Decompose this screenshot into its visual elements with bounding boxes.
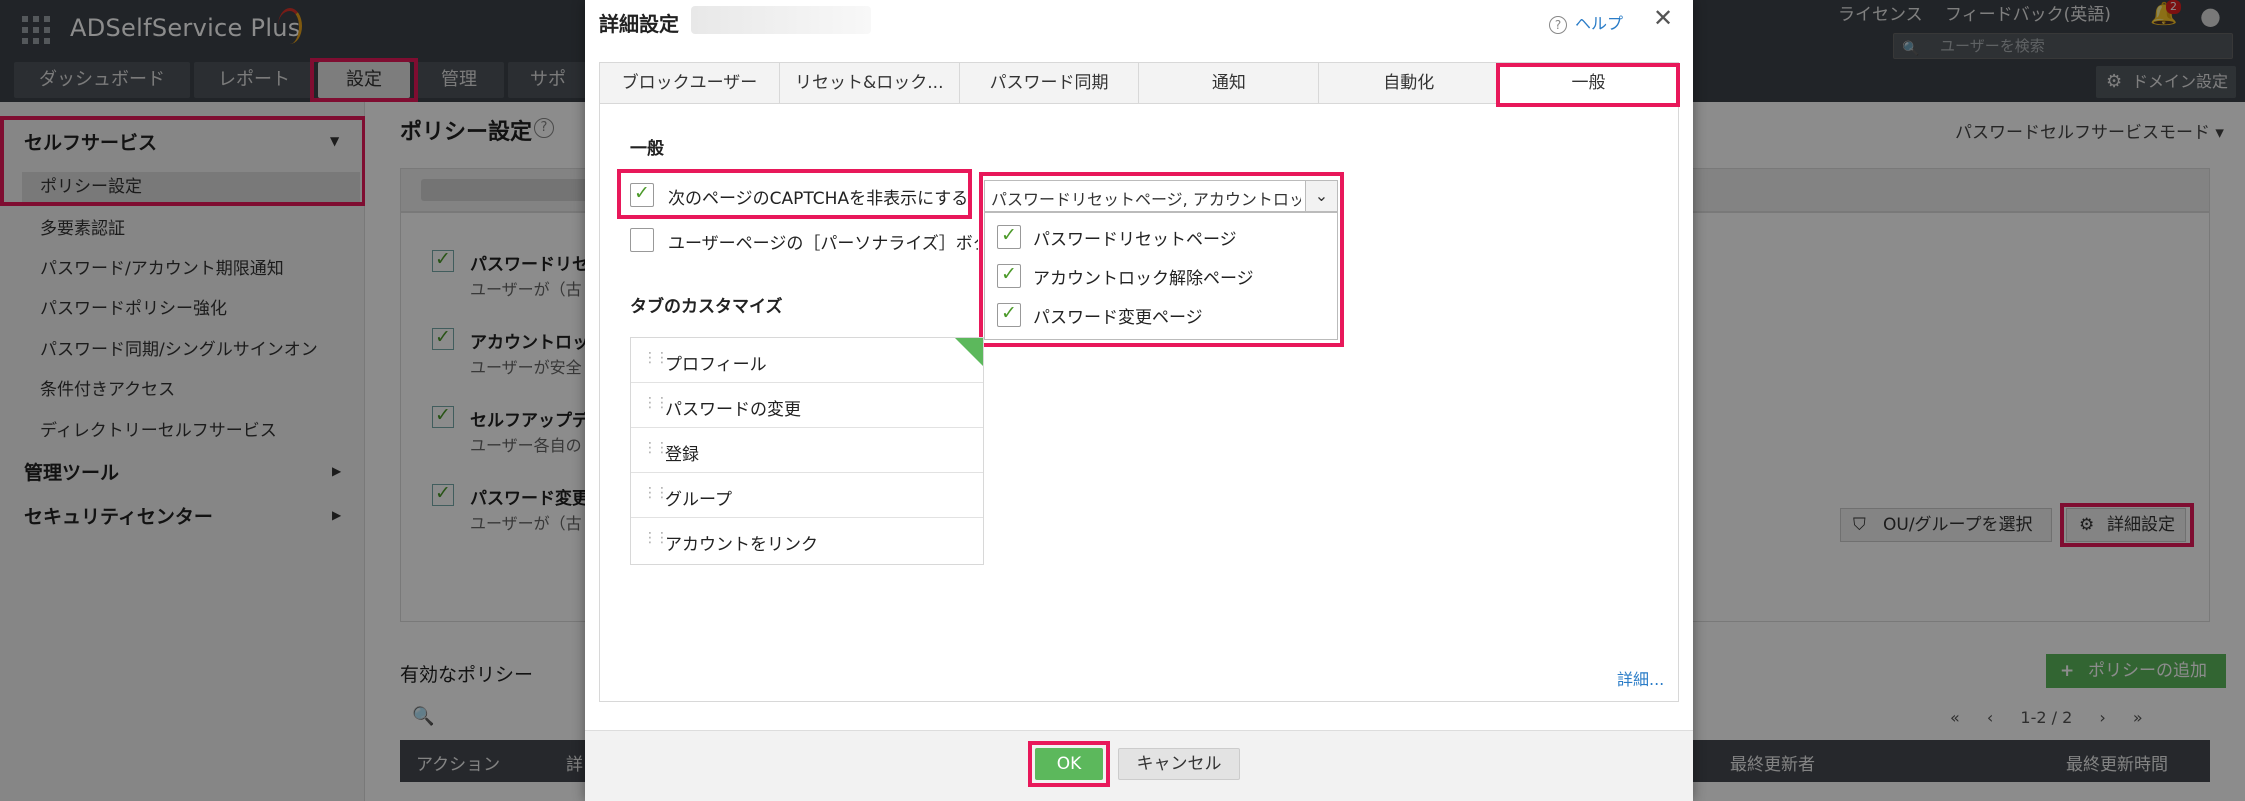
tab-general[interactable]: 一般 [1499, 63, 1678, 103]
close-icon[interactable]: ✕ [1653, 4, 1673, 32]
blurred-policy-name [691, 6, 871, 34]
personalize-button-checkbox[interactable] [630, 228, 654, 252]
tab-automation[interactable]: 自動化 [1319, 63, 1500, 103]
dialog-title: 詳細設定 [599, 12, 679, 36]
list-item[interactable]: ⋮⋮ 登録 [631, 428, 983, 473]
captcha-pages-selected: パスワードリセットページ, アカウントロック [991, 190, 1301, 209]
list-item[interactable]: ⋮⋮ プロフィール [631, 338, 983, 383]
option-checkbox-account-unlock[interactable] [997, 263, 1021, 288]
tab-customize-label: タブのカスタマイズ [630, 297, 783, 317]
captcha-pages-menu: パスワードリセットページ アカウントロック解除ページ パスワード変更ページ [984, 212, 1338, 340]
drag-handle-icon[interactable]: ⋮⋮ [643, 530, 669, 546]
tab-item-label: グループ [665, 490, 732, 510]
settings-tabs: ブロックユーザー リセット&ロック... パスワード同期 通知 自動化 一般 [599, 62, 1679, 104]
tab-notification[interactable]: 通知 [1139, 63, 1320, 103]
help-label: ヘルプ [1575, 14, 1624, 33]
tab-item-label: プロフィール [665, 355, 767, 375]
help-icon: ? [1549, 16, 1567, 34]
hide-captcha-label: 次のページのCAPTCHAを非表示にする [668, 189, 969, 209]
hide-captcha-checkbox[interactable] [630, 182, 654, 207]
option-checkbox-password-reset[interactable] [997, 224, 1021, 249]
tab-reset-lock[interactable]: リセット&ロック... [780, 63, 960, 103]
option-label-password-change[interactable]: パスワード変更ページ [1033, 303, 1203, 328]
drag-handle-icon[interactable]: ⋮⋮ [643, 440, 669, 456]
general-section-label: 一般 [630, 139, 664, 159]
captcha-pages-dropdown[interactable]: パスワードリセットページ, アカウントロック ⌄ [984, 180, 1338, 212]
tab-item-label: アカウントをリンク [665, 535, 818, 555]
option-label-password-reset[interactable]: パスワードリセットページ [1033, 225, 1237, 250]
tab-password-sync[interactable]: パスワード同期 [960, 63, 1140, 103]
tab-block-users[interactable]: ブロックユーザー [600, 63, 780, 103]
personalize-button-label: ユーザーページの［パーソナライズ］ボタ [668, 234, 978, 254]
option-checkbox-password-change[interactable] [997, 302, 1021, 327]
help-link[interactable]: ? ヘルプ [1549, 10, 1623, 34]
ok-button[interactable]: OK [1035, 748, 1103, 780]
cancel-button[interactable]: キャンセル [1118, 748, 1240, 780]
drag-handle-icon[interactable]: ⋮⋮ [643, 395, 669, 411]
option-label-account-unlock[interactable]: アカウントロック解除ページ [1033, 264, 1254, 289]
tab-item-label: パスワードの変更 [665, 400, 801, 420]
tab-customize-list: ⋮⋮ プロフィール ⋮⋮ パスワードの変更 ⋮⋮ 登録 ⋮⋮ グループ ⋮⋮ ア… [630, 337, 984, 565]
list-item[interactable]: ⋮⋮ パスワードの変更 [631, 383, 983, 428]
more-details-link[interactable]: 詳細... [1617, 666, 1664, 690]
list-item[interactable]: ⋮⋮ グループ [631, 473, 983, 518]
tab-item-label: 登録 [665, 445, 699, 465]
list-item[interactable]: ⋮⋮ アカウントをリンク [631, 518, 983, 563]
chevron-down-icon[interactable]: ⌄ [1305, 181, 1337, 211]
drag-handle-icon[interactable]: ⋮⋮ [643, 485, 669, 501]
drag-handle-icon[interactable]: ⋮⋮ [643, 350, 669, 366]
